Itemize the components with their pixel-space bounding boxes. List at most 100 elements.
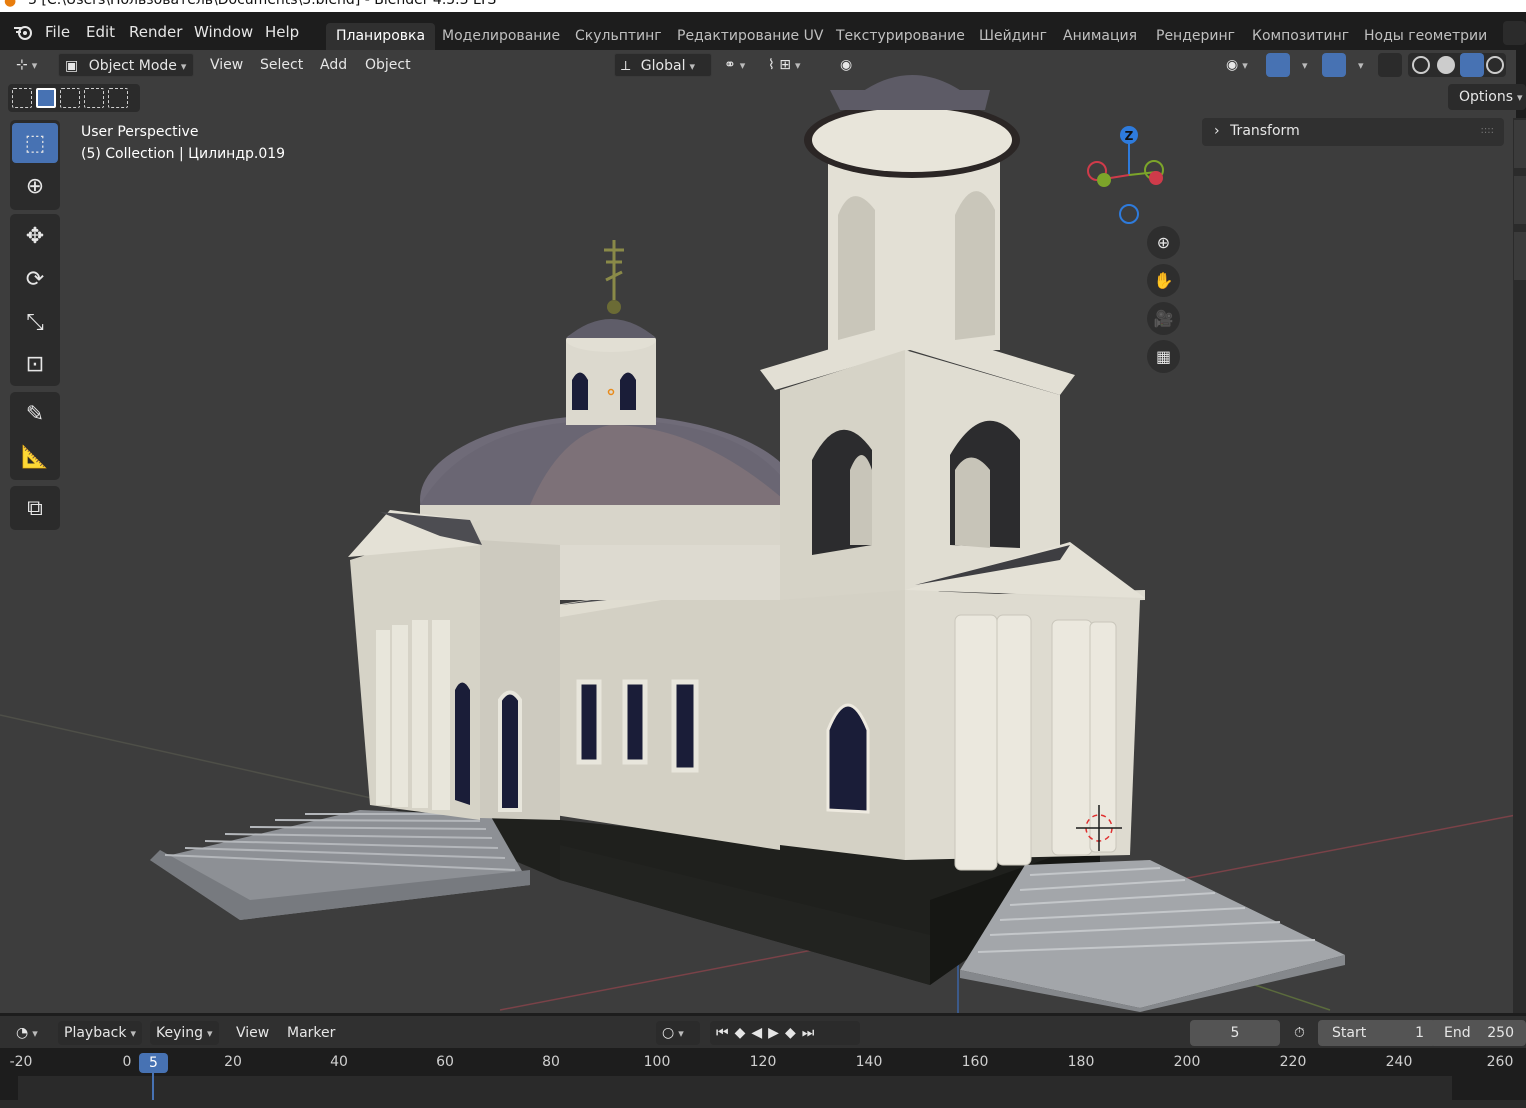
menu-view[interactable]: View [204, 53, 249, 77]
snap-icon[interactable]: ⌇ ⊞ ▾ [762, 53, 830, 77]
overlay-dropdown-icon[interactable]: ▾ [1348, 53, 1370, 77]
annotate-tool-icon[interactable]: ✎ [12, 394, 58, 434]
scale-tool-icon[interactable]: ⤡ [12, 302, 58, 342]
toolbar-transform-group: ✥ ⟳ ⤡ ⊡ [10, 214, 60, 386]
tab-layout[interactable]: Планировка [326, 23, 436, 51]
keying-menu[interactable]: Keying ▾ [150, 1021, 219, 1045]
tab-sculpting[interactable]: Скульптинг [565, 23, 672, 51]
menu-window[interactable]: Window [194, 23, 253, 41]
pan-hand-icon[interactable]: ✋ [1147, 264, 1180, 297]
ruler-tick: 120 [749, 1054, 777, 1070]
marker-menu[interactable]: Marker [281, 1021, 341, 1045]
scene-selector-icon[interactable] [1503, 21, 1526, 45]
tab-shading[interactable]: Шейдинг [969, 23, 1057, 51]
tab-rendering[interactable]: Рендеринг [1146, 23, 1245, 51]
timeline-track-area[interactable] [18, 1076, 1452, 1100]
play-icon[interactable]: ▶ [768, 1025, 785, 1041]
menu-help[interactable]: Help [265, 23, 299, 41]
pivot-point-icon[interactable]: ⚭ ▾ [718, 53, 758, 77]
overlay-toggle-icon[interactable] [1322, 53, 1346, 77]
end-frame-field[interactable]: End 250 [1430, 1020, 1526, 1046]
ruler-tick: 20 [224, 1054, 242, 1070]
camera-view-icon[interactable]: 🎥 [1147, 302, 1180, 335]
3d-viewport[interactable] [0, 50, 1516, 1013]
frame-ruler[interactable]: -20 0 20 40 60 80 100 120 140 160 180 20… [0, 1048, 1526, 1076]
add-cube-tool-icon[interactable]: ⧉ [12, 488, 58, 528]
menu-add[interactable]: Add [314, 53, 353, 77]
current-frame-field[interactable]: 5 [1190, 1020, 1280, 1046]
timeline-editor-type-icon[interactable]: ◔ ▾ [10, 1021, 50, 1045]
rotate-tool-icon[interactable]: ⟳ [12, 259, 58, 299]
wireframe-shading-icon[interactable] [1412, 56, 1430, 74]
editor-type-icon[interactable]: ⊹ ▾ [10, 53, 50, 77]
transform-orientation-select[interactable]: ⟂ Global ▾ [614, 53, 712, 77]
ruler-tick: -20 [9, 1054, 33, 1070]
visibility-icon[interactable]: ◉ ▾ [1220, 53, 1258, 77]
measure-tool-icon[interactable]: 📐 [12, 437, 58, 477]
transform-panel-header[interactable]: › Transform :::: [1202, 118, 1504, 146]
select-new-icon[interactable] [12, 88, 32, 108]
auto-keying-icon[interactable]: ○ ▾ [656, 1021, 700, 1045]
zoom-icon[interactable]: ⊕ [1147, 226, 1180, 259]
tab-uv-editing[interactable]: Редактирование UV [667, 23, 833, 51]
gizmo-dropdown-icon[interactable]: ▾ [1292, 53, 1314, 77]
gizmo-z-label: Z [1125, 129, 1134, 143]
select-invert-icon[interactable] [84, 88, 104, 108]
next-keyframe-icon[interactable]: ◆ [785, 1025, 802, 1041]
tab-geometry-nodes[interactable]: Ноды геометрии [1354, 23, 1497, 51]
solid-shading-icon[interactable] [1437, 56, 1455, 74]
toolbar-add-group: ⧉ [10, 486, 60, 530]
ruler-tick: 60 [436, 1054, 454, 1070]
ortho-grid-icon[interactable]: ▦ [1147, 340, 1180, 373]
menu-edit[interactable]: Edit [86, 23, 115, 41]
view-perspective-label: User Perspective [81, 124, 199, 140]
select-subtract-icon[interactable] [60, 88, 80, 108]
menu-render[interactable]: Render [129, 23, 182, 41]
menu-select[interactable]: Select [254, 53, 309, 77]
start-frame-field[interactable]: Start 1 [1318, 1020, 1436, 1046]
stopwatch-icon[interactable]: ⏱ [1288, 1021, 1311, 1045]
ruler-tick: 180 [1067, 1054, 1095, 1070]
ruler-tick: 160 [961, 1054, 989, 1070]
tab-texture-paint[interactable]: Текстурирование [826, 23, 975, 51]
menu-object[interactable]: Object [359, 53, 417, 77]
sidebar-tab-view[interactable] [1514, 232, 1526, 280]
ruler-tick: 260 [1486, 1054, 1514, 1070]
toolbar-annotate-group: ✎ 📐 [10, 392, 60, 480]
play-reverse-icon[interactable]: ◀ [751, 1025, 768, 1041]
gizmo-toggle-icon[interactable] [1266, 53, 1290, 77]
sidebar-tab-item[interactable] [1514, 120, 1526, 168]
church-3d-scene[interactable] [0, 50, 1516, 1013]
ruler-tick: 200 [1173, 1054, 1201, 1070]
playback-controls: ⏮◆◀▶◆⏭ [710, 1021, 860, 1045]
playback-menu[interactable]: Playback ▾ [58, 1021, 142, 1045]
rendered-shading-icon[interactable] [1486, 56, 1504, 74]
blender-logo-icon: ● [4, 0, 17, 9]
select-extend-icon[interactable] [36, 88, 56, 108]
xray-toggle-icon[interactable] [1378, 53, 1402, 77]
jump-end-icon[interactable]: ⏭ [802, 1025, 821, 1041]
drag-handle-icon[interactable]: :::: [1481, 118, 1494, 144]
ruler-tick: 40 [330, 1054, 348, 1070]
mode-selector[interactable]: ▣ Object Mode ▾ [58, 53, 194, 77]
tab-animation[interactable]: Анимация [1053, 23, 1147, 51]
navigation-gizmo[interactable]: Z [1080, 122, 1178, 230]
options-dropdown[interactable]: Options ▾ [1448, 84, 1526, 110]
transform-tool-icon[interactable]: ⊡ [12, 344, 58, 384]
object-mode-icon: ▣ [65, 58, 79, 74]
blender-menu-icon[interactable] [12, 22, 34, 42]
prev-keyframe-icon[interactable]: ◆ [735, 1025, 752, 1041]
select-intersect-icon[interactable] [108, 88, 128, 108]
timeline-view-menu[interactable]: View [230, 1021, 275, 1045]
menu-file[interactable]: File [45, 23, 70, 41]
select-box-tool-icon[interactable]: ⬚ [12, 123, 58, 163]
proportional-editing-icon[interactable]: ◉ [834, 53, 896, 77]
move-tool-icon[interactable]: ✥ [12, 216, 58, 256]
sidebar-tab-tool[interactable] [1514, 176, 1526, 224]
cursor-tool-icon[interactable]: ⊕ [12, 166, 58, 206]
tab-compositing[interactable]: Композитинг [1242, 23, 1359, 51]
window-title-bar: ● 3 [C:\Users\Пользователь\Documents\3.b… [0, 0, 1526, 12]
tab-modeling[interactable]: Моделирование [432, 23, 570, 51]
jump-start-icon[interactable]: ⏮ [716, 1025, 735, 1041]
material-shading-icon[interactable] [1460, 53, 1484, 77]
